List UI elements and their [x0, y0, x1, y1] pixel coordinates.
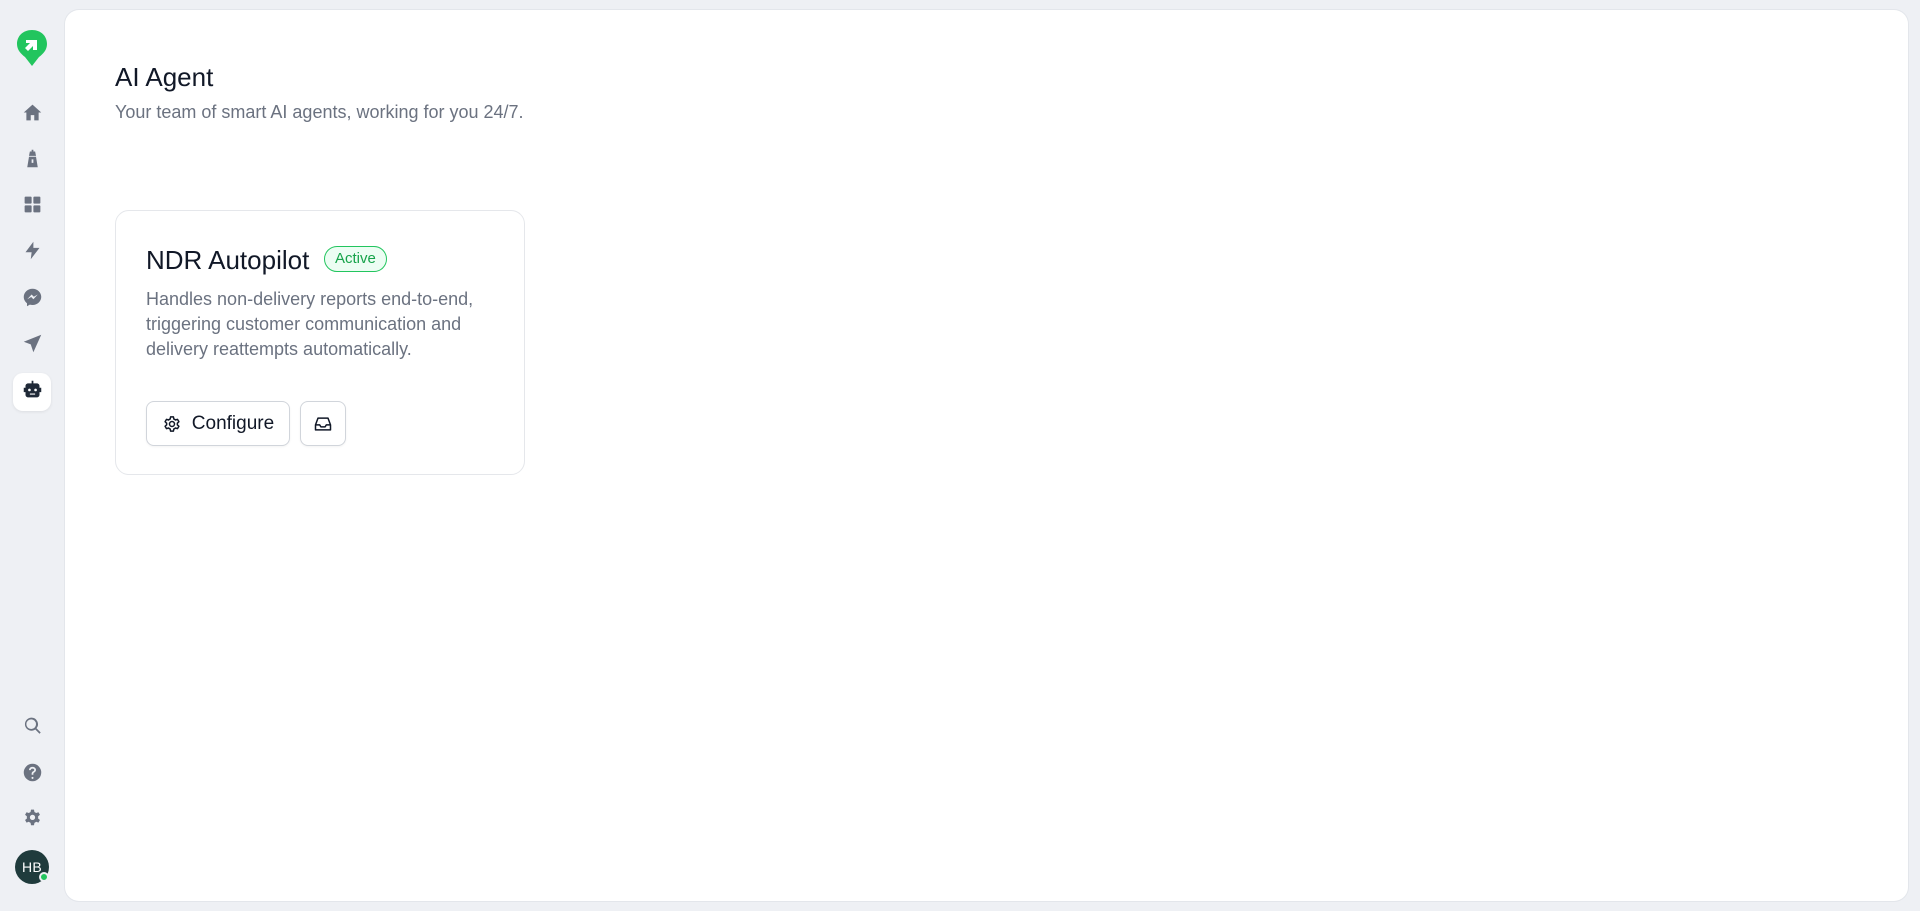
- presence-indicator: [39, 872, 49, 882]
- gear-icon: [22, 807, 43, 833]
- nav-automations[interactable]: [13, 234, 51, 272]
- help-icon: [22, 762, 43, 788]
- agent-name: NDR Autopilot: [146, 245, 310, 275]
- home-icon: [22, 102, 43, 128]
- avatar-initials: HB: [21, 859, 43, 875]
- send-icon: [22, 333, 43, 359]
- gear-icon: [162, 414, 182, 434]
- main-panel: AI Agent Your team of smart AI agents, w…: [65, 10, 1908, 901]
- grid-icon: [22, 194, 43, 220]
- inbox-button[interactable]: [300, 401, 346, 446]
- nav-home[interactable]: [13, 96, 51, 134]
- brand-logo[interactable]: [14, 28, 50, 68]
- nav-lighthouse[interactable]: [13, 142, 51, 180]
- sidebar: HB: [0, 0, 64, 911]
- inbox-icon: [313, 414, 333, 434]
- status-badge: Active: [324, 246, 387, 272]
- nav-messenger[interactable]: [13, 281, 51, 319]
- nav-help[interactable]: [13, 756, 51, 794]
- search-icon: [22, 715, 43, 741]
- nav-ai-agent[interactable]: [13, 373, 51, 411]
- nav-settings[interactable]: [13, 801, 51, 839]
- lighthouse-icon: [22, 148, 43, 174]
- agent-card: NDR Autopilot Active Handles non-deliver…: [115, 210, 525, 475]
- nav-campaigns[interactable]: [13, 327, 51, 365]
- nav-dashboard[interactable]: [13, 188, 51, 226]
- configure-label: Configure: [191, 412, 275, 434]
- page-title: AI Agent: [115, 62, 214, 92]
- chat-icon: [22, 287, 43, 313]
- lightning-icon: [22, 240, 43, 266]
- robot-icon: [22, 379, 43, 405]
- nav-search[interactable]: [13, 709, 51, 747]
- configure-button[interactable]: Configure: [146, 401, 290, 446]
- page-subtitle: Your team of smart AI agents, working fo…: [115, 102, 524, 122]
- agent-description: Handles non-delivery reports end-to-end,…: [146, 289, 474, 359]
